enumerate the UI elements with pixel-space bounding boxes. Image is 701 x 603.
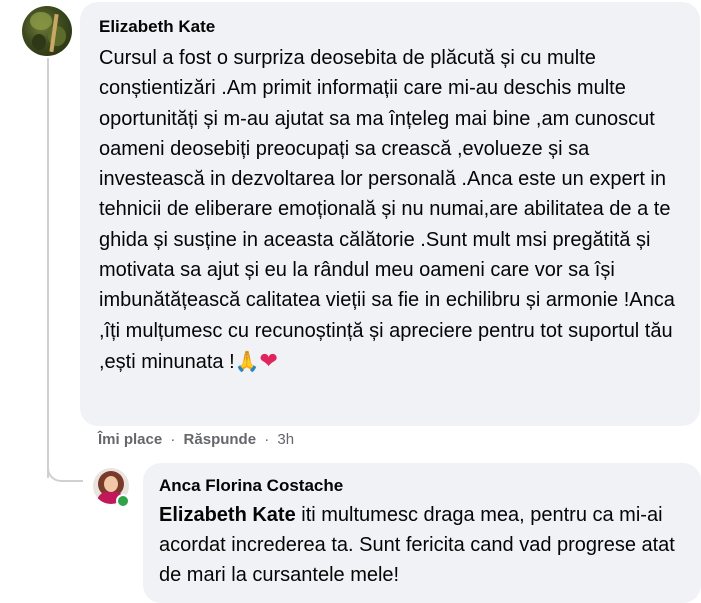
- like-button[interactable]: Îmi place: [98, 431, 162, 448]
- avatar-face: [104, 476, 118, 492]
- comment-author[interactable]: Elizabeth Kate: [99, 15, 688, 39]
- comment-timestamp[interactable]: 3h: [277, 431, 294, 448]
- reply-button[interactable]: Răspunde: [184, 431, 257, 448]
- mention-link[interactable]: Elizabeth Kate: [159, 504, 296, 526]
- reply-author[interactable]: Anca Florina Costache: [159, 475, 689, 497]
- avatar-foliage: [32, 34, 46, 50]
- comment-text: Cursul a fost o surpriza deosebita de pl…: [99, 43, 688, 377]
- separator: ·: [170, 431, 176, 448]
- praying-hands-icon: 🙏: [234, 350, 260, 373]
- comment-actions: Îmi place · Răspunde · 3h: [98, 430, 294, 450]
- avatar-foliage: [30, 12, 52, 30]
- avatar[interactable]: [22, 6, 72, 56]
- comment-bubble: Elizabeth Kate Cursul a fost o surpriza …: [80, 2, 700, 426]
- thread-line: [47, 58, 49, 478]
- online-status-icon: [116, 494, 130, 508]
- reply-bubble: Anca Florina Costache Elizabeth Kate iti…: [143, 463, 701, 603]
- separator: ·: [264, 431, 270, 448]
- reply-text: Elizabeth Kate iti multumesc draga mea, …: [159, 500, 679, 590]
- red-heart-icon: ❤: [259, 347, 278, 373]
- comment-body: Cursul a fost o surpriza deosebita de pl…: [99, 47, 681, 373]
- thread-connector: [47, 450, 83, 482]
